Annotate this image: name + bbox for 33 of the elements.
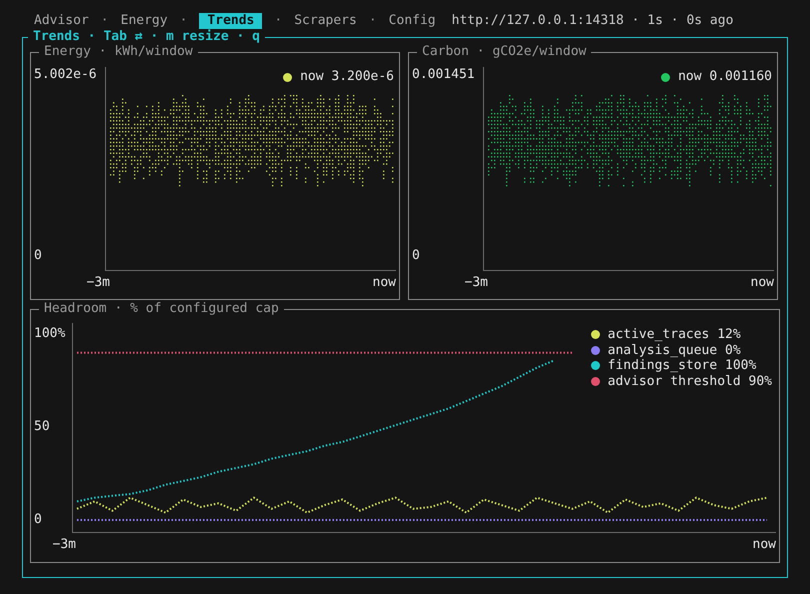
y-axis-label: 0 [34, 512, 42, 528]
panel-title: Carbon · gCO2e/window [417, 44, 592, 60]
tab-separator: · [273, 13, 284, 29]
legend-label: analysis_queue 0% [608, 342, 741, 358]
tab[interactable]: Energy [120, 13, 168, 29]
status-text: http://127.0.0.1:14318 · 1s · 0s ago [452, 13, 734, 29]
tab-separator: · [368, 13, 378, 29]
y-axis-label: 0 [34, 248, 43, 264]
y-axis-label: 0.001451 [412, 67, 476, 83]
x-axis-label: now [372, 275, 396, 291]
legend-label: advisor threshold 90% [608, 374, 772, 389]
tab[interactable]: Trends [199, 13, 262, 29]
panel-title: Energy · kWh/window [39, 44, 198, 60]
panel-title: Headroom · % of configured cap [39, 301, 284, 317]
tab-separator: · [100, 13, 110, 29]
legend-label: findings_store 100% [608, 358, 756, 374]
y-axis-label: 50 [34, 419, 50, 436]
x-axis-label: now [752, 537, 776, 553]
x-axis-label: −3m [464, 275, 488, 291]
tab[interactable]: Scrapers [294, 13, 357, 29]
tab[interactable]: Config [388, 13, 436, 29]
legend-label: now 3.200e-6 [300, 69, 394, 85]
tab-separator: · [178, 13, 188, 29]
y-axis-label: 100% [34, 326, 66, 342]
x-axis-label: −3m [52, 537, 76, 553]
legend-label: now 0.001160 [678, 69, 772, 85]
frame-title: Trends · Tab ⇄ · m resize · q [28, 29, 265, 45]
y-axis-label: 5.002e-6 [34, 67, 98, 83]
legend-label: active_traces 12% [608, 327, 741, 342]
x-axis-label: −3m [86, 275, 110, 291]
tab[interactable]: Advisor [34, 13, 89, 29]
x-axis-label: now [750, 275, 774, 291]
y-axis-label: 0 [412, 248, 421, 264]
